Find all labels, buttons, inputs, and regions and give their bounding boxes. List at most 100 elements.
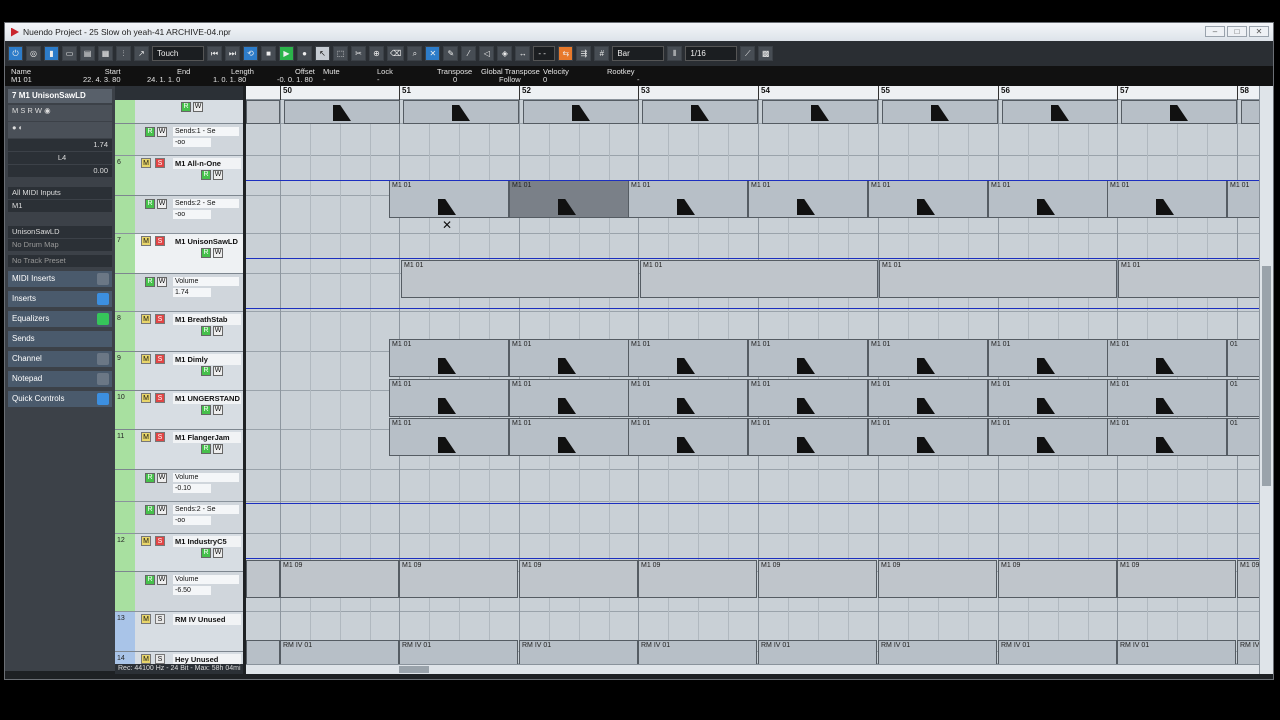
write-automation-button[interactable]: W bbox=[157, 575, 167, 585]
offset-value[interactable]: -0. 0. 1. 80 bbox=[277, 76, 315, 84]
autoscroll-button[interactable]: ⇆ bbox=[558, 46, 574, 61]
midi-part[interactable] bbox=[1121, 100, 1237, 124]
draw-tool-icon[interactable]: ✎ bbox=[443, 46, 459, 61]
write-automation-button[interactable]: W bbox=[157, 473, 167, 483]
automation-mode-dropdown[interactable]: Touch bbox=[152, 46, 204, 61]
lane-parameter[interactable]: Volume bbox=[173, 473, 239, 482]
track-row[interactable]: 6 M S M1 All-n-One RW bbox=[115, 156, 243, 196]
midi-part[interactable]: M1 09 bbox=[280, 560, 399, 598]
write-automation-button[interactable]: W bbox=[213, 366, 223, 376]
mute-value[interactable]: - bbox=[323, 76, 340, 84]
automation-lane[interactable]: RW Sends:1 - Se -oo bbox=[115, 124, 243, 156]
midi-part[interactable]: M1 01 bbox=[389, 339, 509, 377]
inspector-pan[interactable]: L4 bbox=[8, 152, 112, 164]
ruler-bar-57[interactable]: 57 bbox=[1117, 86, 1129, 100]
track-name[interactable]: M1 FlangerJam bbox=[173, 432, 241, 443]
midi-part[interactable]: M1 01 bbox=[1107, 180, 1227, 218]
read-automation-button[interactable]: R bbox=[201, 548, 211, 558]
line-tool-icon[interactable]: ⁄ bbox=[461, 46, 477, 61]
inspector-output-routing[interactable]: M1 bbox=[8, 200, 112, 212]
write-automation-button[interactable]: W bbox=[213, 326, 223, 336]
solo-button[interactable]: S bbox=[155, 393, 165, 403]
write-automation-button[interactable]: W bbox=[213, 170, 223, 180]
snap-on-off-button[interactable]: # bbox=[594, 46, 610, 61]
automation-lane[interactable]: RW Volume 1.74 bbox=[115, 274, 243, 312]
midi-part[interactable]: M1 01 bbox=[389, 379, 509, 417]
section-midi-inserts[interactable]: MIDI Inserts bbox=[8, 271, 112, 287]
midi-part[interactable] bbox=[284, 100, 400, 124]
midi-part[interactable]: M1 09 bbox=[758, 560, 877, 598]
split-tool-icon[interactable]: ✂ bbox=[351, 46, 366, 61]
track-row[interactable]: 7 M S M1 UnisonSawLD RW bbox=[115, 234, 243, 274]
mute-button[interactable]: M bbox=[141, 393, 151, 403]
inspector-program[interactable]: UnisonSawLD bbox=[8, 226, 112, 238]
timeline-ruler[interactable]: 50 51 52 53 54 55 56 57 58 bbox=[246, 86, 1259, 100]
midi-part[interactable] bbox=[882, 100, 998, 124]
midi-part[interactable]: M1 09 bbox=[878, 560, 997, 598]
stop-button[interactable]: ■ bbox=[261, 46, 276, 61]
midi-part[interactable]: M1 01 bbox=[640, 260, 878, 298]
glue-tool-icon[interactable]: ⊕ bbox=[369, 46, 384, 61]
track-row[interactable]: 9 M S M1 Dimly RW bbox=[115, 352, 243, 391]
midi-part[interactable]: M1 01 bbox=[748, 180, 868, 218]
inspector-track-header[interactable]: 7 M1 UnisonSawLD bbox=[8, 89, 112, 103]
nudge-icon[interactable]: ↔ bbox=[515, 46, 531, 61]
midi-part[interactable]: M1 01 bbox=[1107, 339, 1227, 377]
velocity-value[interactable]: 0 bbox=[543, 76, 569, 84]
midi-part[interactable]: M1 09 bbox=[1117, 560, 1236, 598]
erase-tool-icon[interactable]: ⌫ bbox=[387, 46, 405, 61]
maximize-button[interactable]: □ bbox=[1227, 26, 1247, 37]
show-mixer-button[interactable]: ⫶ bbox=[116, 46, 131, 61]
vertical-scroll-thumb[interactable] bbox=[1262, 266, 1271, 486]
midi-part[interactable]: M1 01 bbox=[748, 418, 868, 456]
section-inserts[interactable]: Inserts bbox=[8, 291, 112, 307]
midi-part[interactable]: M1 01 bbox=[748, 379, 868, 417]
track-row[interactable]: 11 M S M1 FlangerJam RW bbox=[115, 430, 243, 470]
quantize-dropdown[interactable]: 1/16 bbox=[685, 46, 738, 61]
midi-part[interactable]: RM IV 01 bbox=[399, 640, 518, 664]
midi-part[interactable]: 01 bbox=[1227, 339, 1259, 377]
midi-part[interactable]: M1 01 bbox=[509, 339, 629, 377]
read-automation-button[interactable]: R bbox=[145, 199, 155, 209]
track-name[interactable]: M1 UNGERSTAND bbox=[173, 393, 241, 404]
snap-type-icon[interactable]: ⇶ bbox=[576, 46, 592, 61]
mute-button[interactable]: M bbox=[141, 536, 151, 546]
midi-part[interactable]: M1 01 bbox=[628, 180, 748, 218]
automation-curve[interactable] bbox=[246, 180, 1259, 181]
ruler-bar-52[interactable]: 52 bbox=[519, 86, 531, 100]
midi-part[interactable]: M1 01 bbox=[1227, 180, 1259, 218]
eq-bypass-icon[interactable] bbox=[97, 313, 109, 325]
automation-lane[interactable]: RW Volume -6.50 bbox=[115, 572, 243, 612]
ruler-bar-50[interactable]: 50 bbox=[280, 86, 292, 100]
quantize-icon[interactable]: ⫴ bbox=[667, 46, 683, 61]
midi-part[interactable]: M1 01 bbox=[509, 180, 629, 218]
cycle-button[interactable]: ⟲ bbox=[243, 46, 258, 61]
automation-mode-icon[interactable]: ↗ bbox=[134, 46, 149, 61]
lane-value[interactable]: -oo bbox=[173, 138, 211, 147]
play-tool-icon[interactable]: ◁ bbox=[479, 46, 495, 61]
track-row[interactable]: 8 M S M1 BreathStab RW bbox=[115, 312, 243, 352]
ruler-bar-58[interactable]: 58 bbox=[1237, 86, 1249, 100]
read-automation-button[interactable]: R bbox=[201, 366, 211, 376]
read-automation-button[interactable]: R bbox=[145, 277, 155, 287]
lane-parameter[interactable]: Volume bbox=[173, 575, 239, 584]
write-automation-button[interactable]: W bbox=[213, 548, 223, 558]
track-name[interactable]: RM IV Unused bbox=[173, 614, 241, 625]
lane-parameter[interactable]: Sends:1 - Se bbox=[173, 127, 239, 136]
midi-part[interactable]: RM IV 01 bbox=[758, 640, 877, 664]
inspector-monitor-buttons[interactable]: ● ◐ bbox=[8, 122, 112, 138]
automation-lane[interactable]: RW Sends:2 - Se -oo bbox=[115, 502, 243, 534]
read-automation-button[interactable]: R bbox=[201, 405, 211, 415]
lane-parameter[interactable]: Sends:2 - Se bbox=[173, 505, 239, 514]
midi-part[interactable]: RM IV bbox=[1237, 640, 1259, 664]
inspector-track-preset[interactable]: No Track Preset bbox=[8, 255, 112, 267]
midi-part[interactable]: M1 01 bbox=[1118, 260, 1259, 298]
midi-part[interactable]: M1 01 bbox=[868, 339, 988, 377]
section-channel[interactable]: Channel bbox=[8, 351, 112, 367]
lane-value[interactable]: 1.74 bbox=[173, 288, 211, 297]
midi-part[interactable]: M1 01 bbox=[509, 418, 629, 456]
solo-button[interactable]: S bbox=[155, 654, 165, 664]
midi-part[interactable]: M1 01 bbox=[988, 339, 1108, 377]
transpose-value[interactable]: 0 bbox=[437, 76, 472, 84]
mute-button[interactable]: M bbox=[141, 654, 151, 664]
